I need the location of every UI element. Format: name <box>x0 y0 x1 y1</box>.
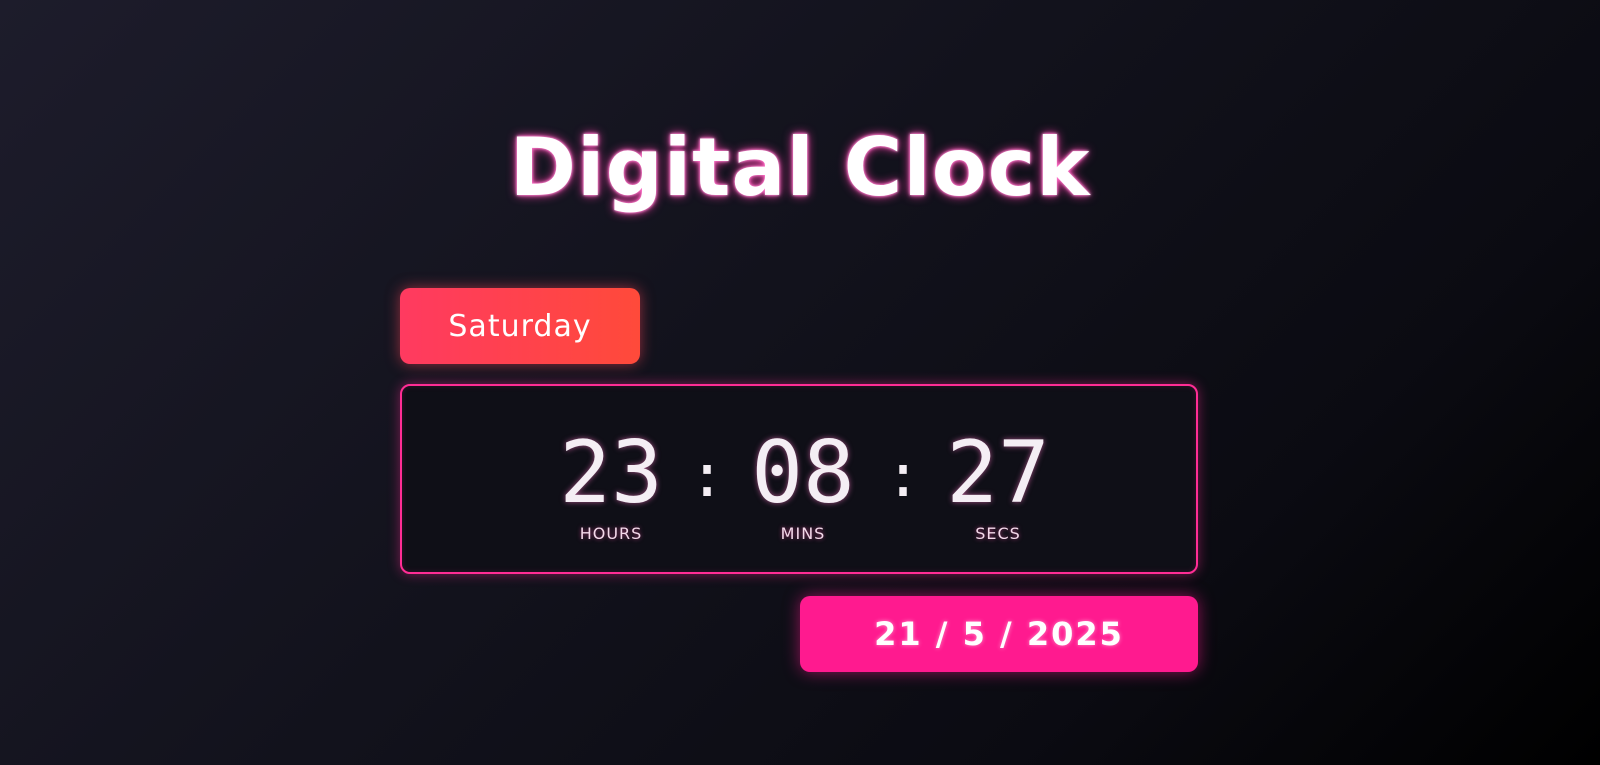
day-badge: Saturday <box>400 288 640 364</box>
page-title: Digital Clock <box>509 121 1091 214</box>
hours-value: 23 <box>559 423 663 523</box>
time-separator: : <box>885 441 922 511</box>
minutes-label: MINS <box>780 524 826 543</box>
minutes-unit: 08 MINS <box>728 430 878 543</box>
hours-unit: 23 HOURS <box>536 430 686 543</box>
seconds-label: SECS <box>975 524 1021 543</box>
date-badge: 21 / 5 / 2025 <box>800 596 1198 672</box>
time-separator: : <box>689 441 726 511</box>
minutes-value: 08 <box>751 423 855 523</box>
seconds-unit: 27 SECS <box>923 430 1073 543</box>
clock-panel: 23 HOURS : 08 MINS : 27 SECS <box>400 384 1198 574</box>
seconds-value: 27 <box>946 423 1050 523</box>
hours-label: HOURS <box>579 524 643 543</box>
